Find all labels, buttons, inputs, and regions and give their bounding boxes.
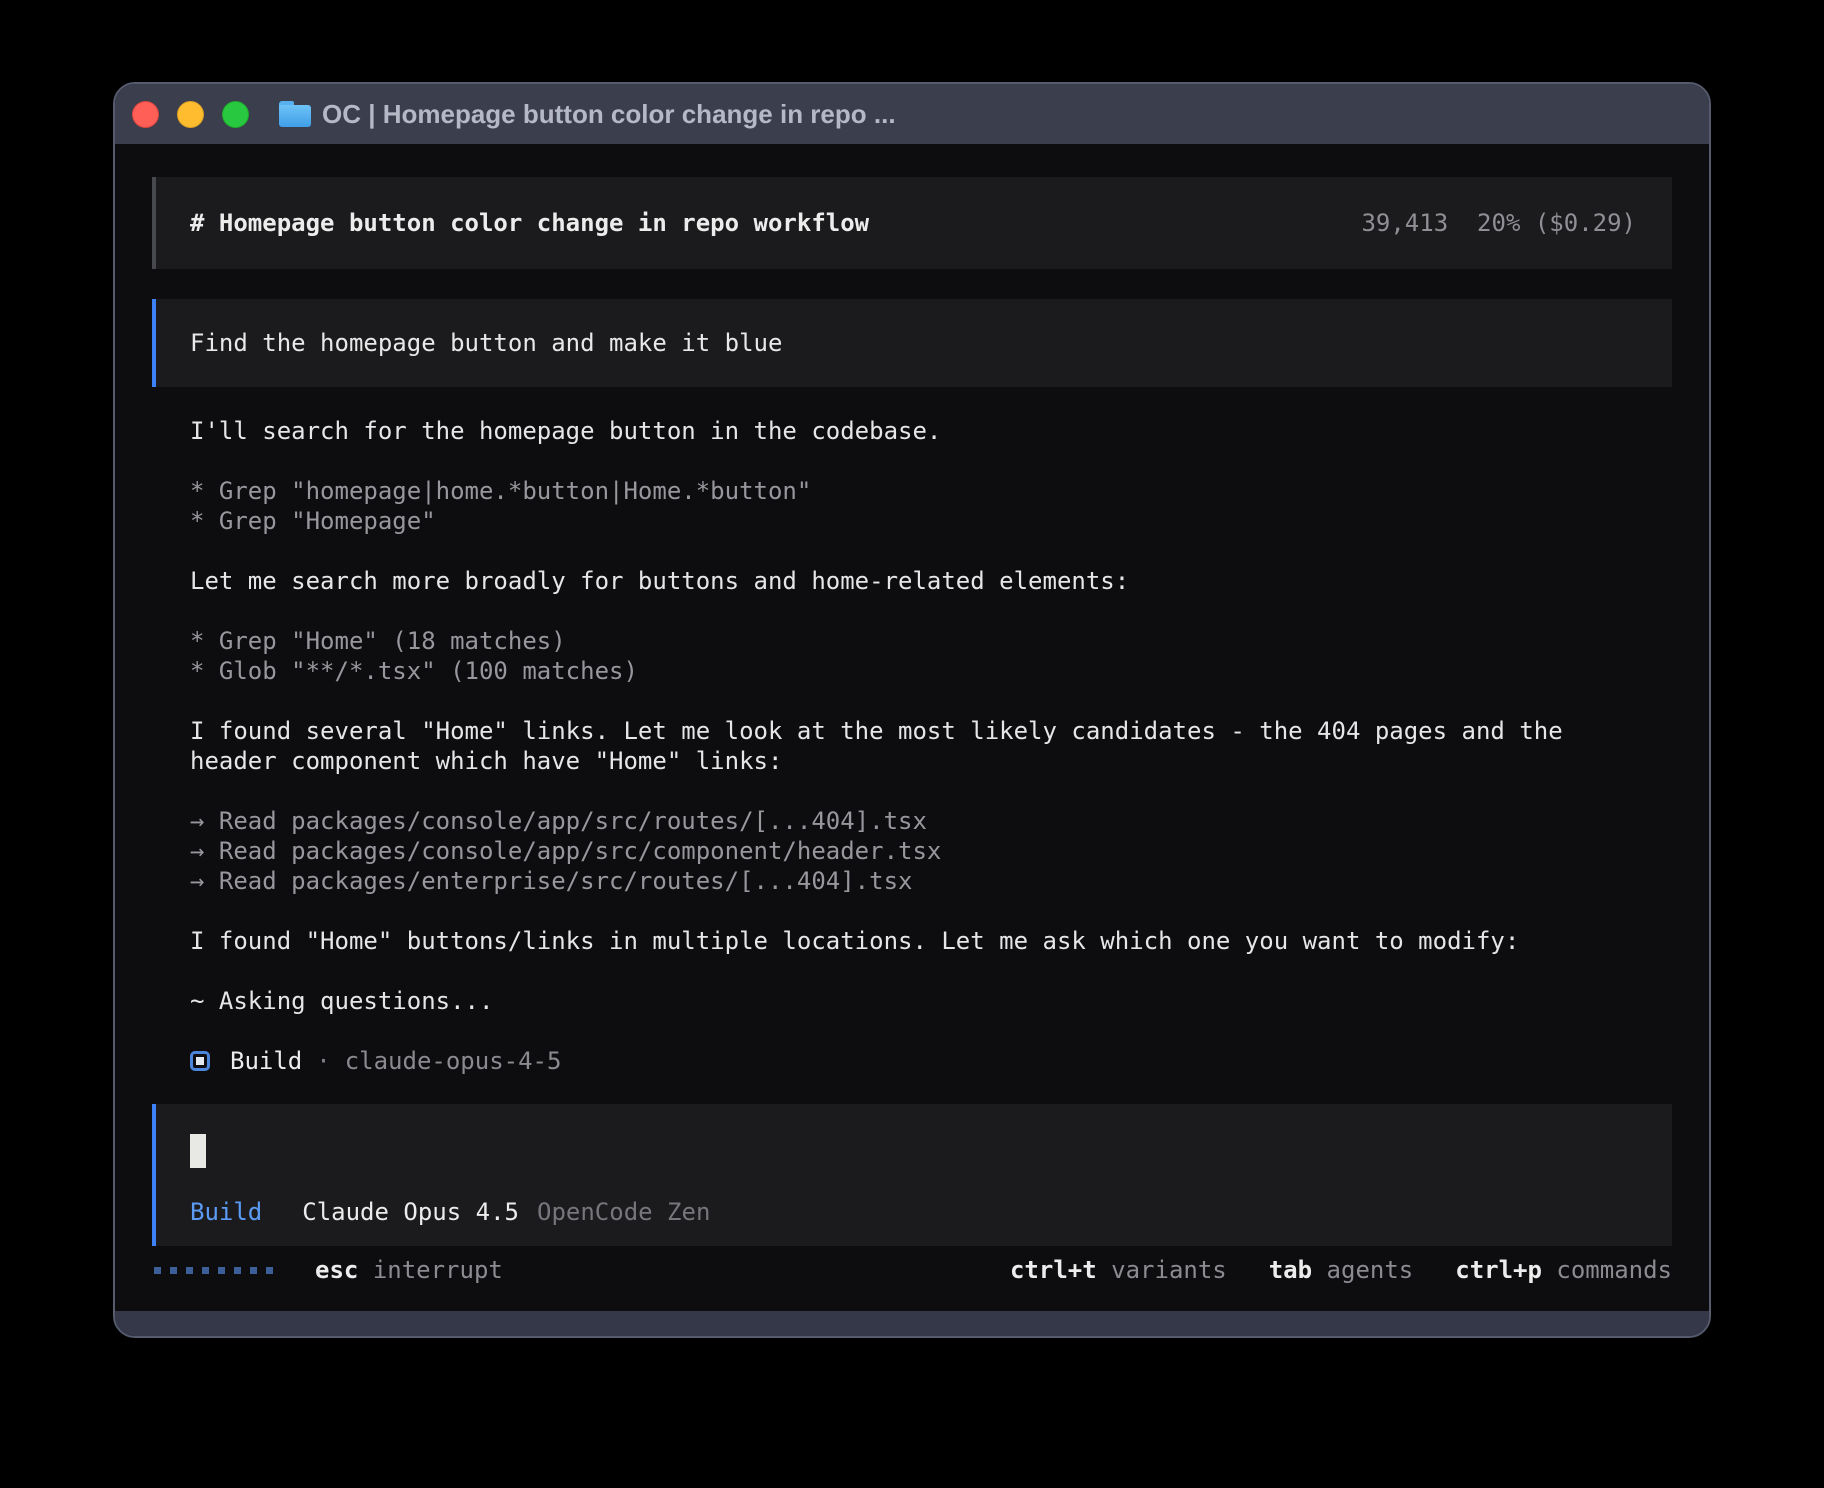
prompt-input[interactable]: Build Claude Opus 4.5 OpenCode Zen bbox=[152, 1104, 1672, 1246]
hint-interrupt[interactable]: esc interrupt bbox=[315, 1255, 503, 1285]
provider-label: OpenCode Zen bbox=[537, 1197, 710, 1227]
assistant-paragraph: Let me search more broadly for buttons a… bbox=[190, 566, 1672, 596]
folder-icon bbox=[279, 101, 311, 127]
traffic-lights bbox=[132, 101, 249, 128]
close-button[interactable] bbox=[132, 101, 159, 128]
tool-call-glob: * Glob "**/*.tsx" (100 matches) bbox=[190, 656, 1672, 686]
agent-model: claude-opus-4-5 bbox=[345, 1046, 562, 1076]
input-footer: Build Claude Opus 4.5 OpenCode Zen bbox=[190, 1197, 1636, 1227]
hint-variants[interactable]: ctrl+t variants bbox=[1010, 1255, 1227, 1285]
window-bottom-strip bbox=[115, 1311, 1709, 1336]
keyboard-hints: ctrl+t variants tab agents ctrl+p comman… bbox=[1010, 1255, 1672, 1285]
tool-call-grep: * Grep "homepage|home.*button|Home.*butt… bbox=[190, 476, 1672, 506]
session-stats: 39,413 20% ($0.29) bbox=[1361, 208, 1636, 238]
terminal-window: OC | Homepage button color change in rep… bbox=[113, 82, 1711, 1338]
progress-dots bbox=[154, 1267, 273, 1274]
window-title: OC | Homepage button color change in rep… bbox=[322, 99, 896, 130]
hint-agents[interactable]: tab agents bbox=[1269, 1255, 1414, 1285]
tool-call-group: * Grep "Home" (18 matches) * Glob "**/*.… bbox=[190, 626, 1672, 686]
agent-build-icon bbox=[190, 1051, 210, 1071]
agent-attribution: Build · claude-opus-4-5 bbox=[190, 1046, 1672, 1076]
assistant-paragraph: I found several "Home" links. Let me loo… bbox=[190, 716, 1672, 776]
tool-call-group: * Grep "homepage|home.*button|Home.*butt… bbox=[190, 476, 1672, 536]
tool-call-group: → Read packages/console/app/src/routes/[… bbox=[190, 806, 1672, 896]
session-title: # Homepage button color change in repo w… bbox=[190, 208, 869, 238]
text-cursor bbox=[190, 1134, 206, 1168]
status-bar: esc interrupt ctrl+t variants tab agents… bbox=[152, 1255, 1672, 1285]
user-message: Find the homepage button and make it blu… bbox=[152, 299, 1672, 387]
tool-call-read: → Read packages/console/app/src/componen… bbox=[190, 836, 1672, 866]
agent-name: Build bbox=[230, 1046, 302, 1076]
model-label[interactable]: Claude Opus 4.5 bbox=[302, 1197, 519, 1227]
assistant-paragraph: I found "Home" buttons/links in multiple… bbox=[190, 926, 1672, 956]
tool-call-grep: * Grep "Homepage" bbox=[190, 506, 1672, 536]
mode-label[interactable]: Build bbox=[190, 1197, 262, 1227]
assistant-paragraph: I'll search for the homepage button in t… bbox=[190, 416, 1672, 446]
user-message-text: Find the homepage button and make it blu… bbox=[190, 328, 782, 358]
agent-separator: · bbox=[316, 1046, 330, 1076]
session-header: # Homepage button color change in repo w… bbox=[152, 177, 1672, 269]
hint-commands[interactable]: ctrl+p commands bbox=[1455, 1255, 1672, 1285]
tool-call-read: → Read packages/enterprise/src/routes/[.… bbox=[190, 866, 1672, 896]
terminal-content: # Homepage button color change in repo w… bbox=[115, 144, 1709, 1311]
tool-call-grep: * Grep "Home" (18 matches) bbox=[190, 626, 1672, 656]
tool-call-read: → Read packages/console/app/src/routes/[… bbox=[190, 806, 1672, 836]
assistant-transcript: I'll search for the homepage button in t… bbox=[152, 387, 1672, 1076]
minimize-button[interactable] bbox=[177, 101, 204, 128]
titlebar[interactable]: OC | Homepage button color change in rep… bbox=[115, 84, 1709, 144]
working-status: ~ Asking questions... bbox=[190, 986, 1672, 1016]
zoom-button[interactable] bbox=[222, 101, 249, 128]
